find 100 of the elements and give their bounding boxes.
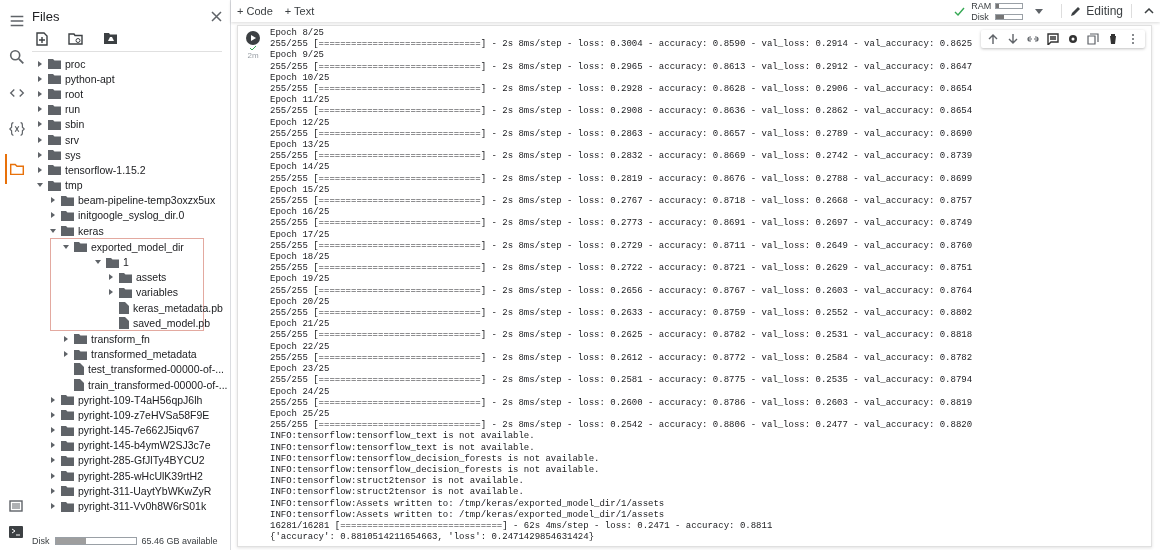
file-name[interactable]: train_transformed-00000-of-... [88, 378, 228, 391]
editing-button[interactable]: Editing [1061, 4, 1132, 18]
collapse-icon[interactable] [1144, 8, 1154, 14]
file-name[interactable]: keras [78, 224, 104, 237]
caret-icon[interactable] [49, 196, 57, 205]
caret-icon[interactable] [36, 74, 44, 83]
caret-icon[interactable] [49, 486, 57, 495]
file-name[interactable]: pyright-285-wHcUlK39rtH2 [78, 469, 203, 482]
file-name[interactable]: variables [136, 286, 179, 299]
file-name[interactable]: transform_fn [91, 332, 150, 345]
file-icon [119, 301, 129, 314]
caret-icon[interactable] [62, 334, 70, 343]
caret-icon[interactable] [36, 105, 44, 114]
output-line: Epoch 12/25 [270, 117, 330, 129]
new-file-icon[interactable] [36, 32, 48, 46]
caret-icon[interactable] [49, 456, 57, 465]
move-down-icon[interactable] [1007, 33, 1019, 45]
caret-icon[interactable] [107, 273, 115, 282]
caret-icon[interactable] [36, 120, 44, 129]
file-name[interactable]: pyright-109-T4aH56qpJ6lh [78, 393, 203, 406]
file-icon [74, 363, 84, 376]
folder-icon [106, 256, 119, 268]
copy-icon[interactable] [1087, 33, 1099, 45]
caret-icon[interactable] [49, 426, 57, 435]
drive-folder-icon[interactable] [103, 32, 118, 45]
folder-icon [48, 118, 61, 130]
output-line: 255/255 [==============================] - 2s 8ms/step - loss: 0.2729 - accuracy: 0.8711 - val_loss: 0.2649 - val_accuracy: 0.8760 [270, 240, 973, 252]
file-icon [74, 378, 84, 391]
folder-icon [74, 348, 87, 360]
dropdown-icon[interactable] [1035, 8, 1044, 14]
file-name[interactable]: saved_model.pb [133, 316, 211, 329]
caret-icon[interactable] [36, 89, 44, 98]
folder-icon [48, 73, 61, 85]
add-text-button[interactable]: + Text [284, 5, 315, 17]
file-name[interactable]: proc [65, 57, 86, 70]
folder-icon [48, 58, 61, 70]
file-name[interactable]: pyright-145-b4ymW2SJ3c7e [78, 439, 211, 452]
file-name[interactable]: transformed_metadata [91, 348, 197, 361]
caret-icon[interactable] [49, 226, 57, 235]
output-line: 255/255 [==============================] - 2s 8ms/step - loss: 0.2656 - accuracy: 0.8767 - val_loss: 0.2603 - val_accuracy: 0.8764 [270, 285, 973, 297]
pencil-icon [1070, 5, 1083, 17]
caret-icon[interactable] [49, 471, 57, 480]
file-name[interactable]: tmp [65, 179, 83, 192]
output-line: 255/255 [==============================] - 2s 8ms/step - loss: 0.2633 - accuracy: 0.8759 - val_loss: 0.2552 - val_accuracy: 0.8802 [270, 308, 973, 319]
output-line: INFO:tensorflow:Assets written to: /tmp/keras/exported_model_dir/1/assets [270, 509, 665, 521]
comment-icon[interactable] [1047, 33, 1059, 45]
file-name[interactable]: sbin [65, 118, 85, 131]
file-name[interactable]: pyright-285-GfJlTy4BYCU2 [78, 454, 205, 467]
file-name[interactable]: exported_model_dir [91, 240, 184, 253]
output-line: Epoch 13/25 [270, 140, 330, 151]
output-line: 16281/16281 [==============================] - 62s 4ms/step - loss: 0.2471 - accuracy: 0.8811 [270, 520, 773, 532]
folder-icon [48, 103, 61, 115]
add-code-button[interactable]: + Code [237, 5, 273, 17]
file-name[interactable]: root [65, 87, 84, 100]
file-name[interactable]: test_transformed-00000-of-... [88, 363, 224, 376]
folder-icon[interactable] [5, 154, 27, 184]
output-line: 255/255 [==============================] - 2s 8ms/step - loss: 0.2722 - accuracy: 0.8721 - val_loss: 0.2629 - val_accuracy: 0.8751 [270, 263, 973, 274]
file-name[interactable]: srv [65, 133, 79, 146]
file-name[interactable]: sys [65, 148, 81, 161]
output-line: 255/255 [==============================] - 2s 8ms/step - loss: 0.2612 - accuracy: 0.8772 - val_loss: 0.2584 - val_accuracy: 0.8782 [270, 352, 973, 364]
caret-icon[interactable] [107, 288, 115, 297]
delete-icon[interactable] [1107, 33, 1119, 45]
output-line: INFO:tensorflow:Assets written to: /tmp/keras/exported_model_dir/1/assets [270, 498, 665, 510]
disk-available: 65.46 GB available [141, 536, 218, 546]
file-name[interactable]: assets [136, 271, 167, 284]
folder-icon [61, 470, 74, 482]
close-icon[interactable] [211, 10, 222, 22]
folder-icon [61, 409, 74, 421]
output-line: Epoch 24/25 [270, 386, 330, 398]
file-name[interactable]: pyright-109-z7eHVSa58F9E [78, 408, 210, 421]
caret-icon[interactable] [36, 135, 44, 144]
output-line: Epoch 20/25 [270, 296, 330, 308]
file-name[interactable]: initgoogle_syslog_dir.0 [78, 209, 185, 222]
output-line: 255/255 [==============================] - 2s 8ms/step - loss: 0.2625 - accuracy: 0.8782 - val_loss: 0.2531 - val_accuracy: 0.8818 [270, 330, 973, 342]
caret-icon[interactable] [62, 242, 70, 251]
file-name[interactable]: pyright-145-7e662J5iqv67 [78, 424, 200, 437]
file-name[interactable]: beam-pipeline-temp3oxzx5ux [78, 194, 216, 207]
caret-icon[interactable] [36, 150, 44, 159]
caret-icon[interactable] [49, 211, 57, 220]
folder-icon [61, 194, 74, 206]
caret-icon[interactable] [49, 410, 57, 419]
terminal-icon[interactable] [9, 526, 23, 538]
run-icon[interactable] [246, 31, 260, 45]
file-name[interactable]: pyright-311-Vv0h8W6rS01k [78, 500, 207, 513]
caret-icon[interactable] [62, 350, 70, 359]
file-name[interactable]: python-apt [65, 72, 115, 85]
caret-icon[interactable] [49, 441, 57, 450]
snippets-icon[interactable] [9, 500, 23, 512]
caret-icon[interactable] [49, 395, 57, 404]
caret-icon[interactable] [49, 502, 57, 511]
refresh-folder-icon[interactable] [68, 32, 83, 45]
file-name[interactable]: 1 [123, 256, 129, 269]
file-name[interactable]: pyright-311-UaytYbWKwZyR [78, 484, 212, 497]
move-up-icon[interactable] [987, 33, 999, 45]
file-name[interactable]: keras_metadata.pb [133, 301, 223, 314]
file-name[interactable]: tensorflow-1.15.2 [65, 163, 146, 176]
caret-icon[interactable] [36, 59, 44, 68]
caret-icon[interactable] [36, 165, 44, 174]
file-name[interactable]: run [65, 103, 81, 116]
ram-label: RAM [971, 0, 992, 11]
